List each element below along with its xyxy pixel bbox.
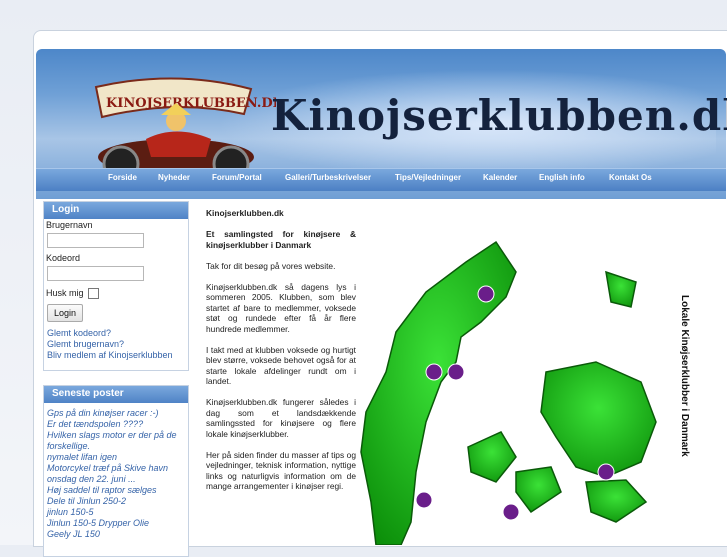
nav-nyheder[interactable]: Nyheder <box>158 173 190 182</box>
content-paragraph: Kinøjserklubben.dk fungerer således i da… <box>206 397 356 439</box>
main-content: Kinojserklubben.dk Et samlingsted for ki… <box>206 208 356 502</box>
password-label: Kodeord <box>46 253 81 263</box>
post-link[interactable]: Motorcykel træf på Skive havn <box>47 463 168 473</box>
post-link[interactable]: jinlun 150-5 <box>47 507 94 517</box>
nav-kalender[interactable]: Kalender <box>483 173 517 182</box>
club-marker-icon <box>597 463 615 481</box>
club-marker-icon <box>447 363 465 381</box>
register-link[interactable]: Bliv medlem af Kinojserklubben <box>47 350 173 360</box>
nav-english[interactable]: English info <box>539 173 585 182</box>
remember-checkbox[interactable] <box>88 288 99 299</box>
post-link[interactable]: Hvilken slags motor er der på de <box>47 430 177 440</box>
remember-label: Husk mig <box>46 288 84 298</box>
club-marker-icon <box>415 491 433 509</box>
post-link[interactable]: onsdag den 22. juni ... <box>47 474 136 484</box>
recent-posts-box: Seneste poster Gps på din kinøjser racer… <box>43 385 189 557</box>
forgot-username-link[interactable]: Glemt brugernavn? <box>47 339 124 349</box>
username-label: Brugernavn <box>46 220 93 230</box>
recent-posts-title: Seneste poster <box>44 386 188 403</box>
username-input[interactable] <box>47 233 144 248</box>
content-paragraph: Kinøjserklubben.dk så dagens lys i somme… <box>206 281 356 334</box>
password-input[interactable] <box>47 266 144 281</box>
logo-text: KINOJSERKLUBBEN.DK <box>106 96 276 111</box>
content-paragraph: I takt med at klubben voksede og hurtigt… <box>206 344 356 387</box>
post-link[interactable]: Gps på din kinøjser racer :-) <box>47 408 159 418</box>
site-title: Kinojserklubben.dk <box>271 91 727 140</box>
nav-forum[interactable]: Forum/Portal <box>212 173 262 182</box>
nav-forside[interactable]: Forside <box>108 173 137 182</box>
post-link[interactable]: Geely JL 150 <box>47 529 100 539</box>
post-link[interactable]: Dele til Jinlun 250-2 <box>47 496 126 506</box>
content-paragraph: Her på siden finder du masser af tips og… <box>206 449 356 492</box>
login-button[interactable]: Login <box>47 304 83 322</box>
post-link[interactable]: Høj saddel til raptor sælges <box>47 485 157 495</box>
login-title: Login <box>44 202 188 219</box>
club-marker-icon <box>477 285 495 303</box>
post-link[interactable]: Jinlun 150-5 Drypper Olie <box>47 518 149 528</box>
forgot-password-link[interactable]: Glemt kodeord? <box>47 328 111 338</box>
content-heading: Kinojserklubben.dk <box>206 208 284 218</box>
map-label: Lokale Kinøjserklubber i Danmark <box>679 295 690 457</box>
content-subheading: Et samlingsted for kinøjsere & kinøjserk… <box>206 229 356 250</box>
login-box: Login Brugernavn Kodeord Husk mig Login … <box>43 201 189 371</box>
club-marker-icon <box>425 363 443 381</box>
post-link[interactable]: nymalet lifan igen <box>47 452 117 462</box>
content-paragraph: Tak for dit besøg på vores website. <box>206 260 336 271</box>
club-marker-icon <box>502 503 520 521</box>
denmark-map[interactable] <box>356 222 676 545</box>
post-link[interactable]: forskellige. <box>47 441 90 451</box>
nav-tips[interactable]: Tips/Vejledninger <box>395 173 461 182</box>
post-link[interactable]: Er det tændspolen ???? <box>47 419 143 429</box>
nav-kontakt[interactable]: Kontakt Os <box>609 173 652 182</box>
nav-galleri[interactable]: Galleri/Turbeskrivelser <box>285 173 371 182</box>
main-nav: Forside Nyheder Forum/Portal Galleri/Tur… <box>36 168 726 191</box>
